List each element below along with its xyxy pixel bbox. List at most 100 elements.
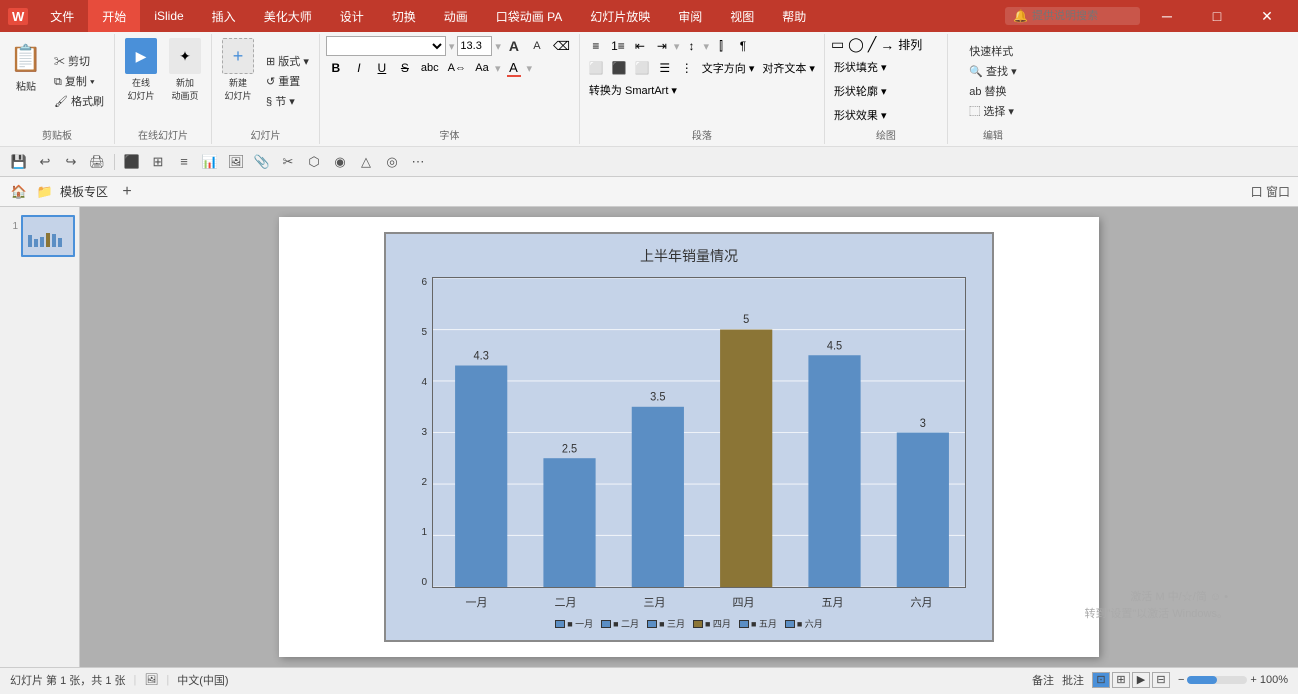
tab-review[interactable]: 审阅 [664,0,716,32]
arrange-button[interactable]: 排列 [898,36,922,53]
tab-insert[interactable]: 插入 [198,0,250,32]
save-button[interactable]: 💾 [8,151,30,173]
qa-btn-7[interactable]: ≡ [173,151,195,173]
shadow-button[interactable]: abc [418,58,442,78]
qa-btn-15[interactable]: ◎ [381,151,403,173]
list-bullet-button[interactable]: ≡ [586,36,606,56]
text-direction-button[interactable]: 文字方向 ▾ [699,58,758,78]
shape-rect-button[interactable]: ▭ [831,36,844,53]
tab-beauty[interactable]: 美化大师 [250,0,326,32]
redo-button[interactable]: ↪ [60,151,82,173]
indent-decrease-button[interactable]: ⇤ [630,36,650,56]
close-button[interactable]: ✕ [1244,8,1290,25]
align-justify-button[interactable]: ☰ [655,58,675,78]
undo-button[interactable]: ↩ [34,151,56,173]
align-left-button[interactable]: ⬜ [586,58,607,78]
casechange-button[interactable]: Aa [472,58,492,78]
add-animation-page-button[interactable]: ✦ 新加动画页 [165,36,205,125]
comments-button[interactable]: 批注 [1062,672,1084,688]
copy-button[interactable]: ⧉ 复制 ▾ [50,72,108,90]
zoom-slider[interactable] [1187,676,1247,684]
font-increase-button[interactable]: A [504,36,524,56]
search-input[interactable] [1032,10,1132,22]
status-separator-2: | [166,674,169,686]
qa-btn-5[interactable]: ⬛ [121,151,143,173]
new-slide-button[interactable]: + 新建幻灯片 [218,36,258,125]
underline-button[interactable]: U [372,58,392,78]
smartart-convert-button[interactable]: 转换为 SmartArt ▾ [586,80,680,100]
tab-file[interactable]: 文件 [36,0,88,32]
tab-pocketanim[interactable]: 口袋动画 PA [482,0,576,32]
presenter-view-button[interactable]: ⊟ [1152,672,1170,688]
select-button[interactable]: ⬚ 选择 ▾ [965,102,1020,120]
fill-color-button[interactable]: 形状填充 ▾ [831,57,890,77]
tab-islide[interactable]: iSlide [140,0,197,32]
fontcolor-button[interactable]: A [504,58,524,78]
bold-button[interactable]: B [326,58,346,78]
linespacing-button[interactable]: ↕ [681,36,701,56]
section-button[interactable]: § 节 ▾ [262,92,313,110]
paste-button[interactable]: 📋 粘贴 [6,36,46,125]
font-decrease-button[interactable]: A [527,36,547,56]
reading-view-button[interactable]: ▶ [1132,672,1150,688]
list-number-button[interactable]: 1≡ [608,36,628,56]
italic-button[interactable]: I [349,58,369,78]
maximize-button[interactable]: □ [1194,8,1240,24]
normal-view-button[interactable]: ⊡ [1092,672,1110,688]
align-center-button[interactable]: ⬛ [609,58,630,78]
zoom-in-button[interactable]: + [1250,674,1256,686]
qa-btn-14[interactable]: △ [355,151,377,173]
quick-access-toolbar: 💾 ↩ ↪ 🖨 ⬛ ⊞ ≡ 📊 🖼 📎 ✂ ⬡ ◉ △ ◎ ⋯ [0,147,1298,177]
qa-btn-8[interactable]: 📊 [199,151,221,173]
tab-view[interactable]: 视图 [716,0,768,32]
text-align-button[interactable]: 对齐文本 ▾ [759,58,818,78]
qa-btn-9[interactable]: 🖼 [225,151,247,173]
indent-increase-button[interactable]: ⇥ [652,36,672,56]
cut-button[interactable]: ✂ 剪切 [50,52,108,70]
breadcrumb-item[interactable]: 模板专区 [60,183,108,200]
font-name-select[interactable] [326,36,446,56]
tab-design[interactable]: 设计 [326,0,378,32]
reset-button[interactable]: ↺ 重置 [262,72,313,90]
outline-color-button[interactable]: 形状轮廓 ▾ [831,81,890,101]
strikethrough-button[interactable]: S [395,58,415,78]
minimize-button[interactable]: ─ [1144,8,1190,24]
slide-canvas[interactable]: 上半年销量情况 [279,217,1099,657]
charspacing-button[interactable]: A⇔ [445,58,469,78]
nav-folder-button[interactable]: 📁 [34,181,56,203]
qa-btn-16[interactable]: ⋯ [407,151,429,173]
align-distribute-button[interactable]: ⋮ [677,58,697,78]
shape-effect-button[interactable]: 形状效果 ▾ [831,105,890,125]
shape-line-button[interactable]: ╱ [868,36,876,53]
format-brush-button[interactable]: 🖌 格式刷 [50,92,108,110]
tab-animate[interactable]: 动画 [430,0,482,32]
tab-home[interactable]: 开始 [88,0,140,32]
qa-btn-10[interactable]: 📎 [251,151,273,173]
notes-button[interactable]: 备注 [1032,672,1054,688]
nav-home-button[interactable]: 🏠 [8,181,30,203]
paragraph-settings-button[interactable]: ¶ [733,36,753,56]
add-tab-button[interactable]: + [116,181,138,203]
font-size-input[interactable] [457,36,492,56]
column-button[interactable]: ⫿ [711,36,731,56]
replace-button[interactable]: ab 替换 [965,82,1020,100]
zoom-out-button[interactable]: − [1178,674,1184,686]
align-right-button[interactable]: ⬜ [632,58,653,78]
quickstyle-button[interactable]: 快速样式 [965,42,1020,60]
qa-btn-13[interactable]: ◉ [329,151,351,173]
slide-sorter-button[interactable]: ⊞ [1112,672,1130,688]
layout-button[interactable]: ⊞ 版式 ▾ [262,52,313,70]
qa-btn-6[interactable]: ⊞ [147,151,169,173]
find-button[interactable]: 🔍 查找 ▾ [965,62,1020,80]
tab-help[interactable]: 帮助 [768,0,820,32]
print-preview-button[interactable]: 🖨 [86,151,108,173]
shape-arrow-button[interactable]: → [880,37,894,53]
online-slides-button[interactable]: ▶ 在线幻灯片 [121,36,161,125]
clear-format-button[interactable]: ⌫ [550,36,573,56]
shape-ellipse-button[interactable]: ◯ [848,36,864,53]
slide-thumbnail[interactable] [21,215,75,257]
qa-btn-11[interactable]: ✂ [277,151,299,173]
tab-switch[interactable]: 切换 [378,0,430,32]
qa-btn-12[interactable]: ⬡ [303,151,325,173]
tab-slideshow[interactable]: 幻灯片放映 [576,0,664,32]
